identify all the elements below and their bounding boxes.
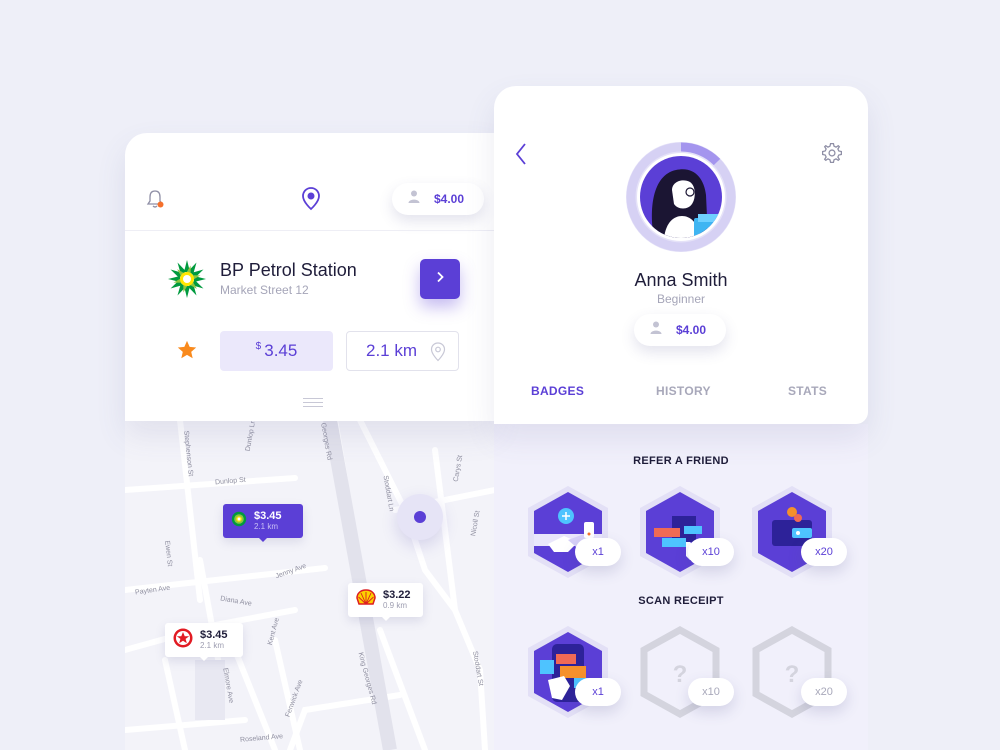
price-currency: $ [255, 340, 262, 352]
badge-count: x20 [801, 678, 847, 706]
user-icon [408, 190, 420, 208]
badge-refer-x10[interactable] [624, 480, 736, 592]
badge-count: x10 [688, 538, 734, 566]
star-icon[interactable] [176, 339, 198, 361]
tab-badges[interactable]: BADGES [531, 384, 584, 398]
badge-scan-x20-locked[interactable]: ? [736, 620, 848, 732]
profile-level: Beginner [656, 292, 706, 306]
location-outline-icon [430, 342, 446, 367]
current-location-icon[interactable] [397, 494, 443, 540]
texaco-logo-icon [173, 628, 193, 653]
section-title: SCAN RECEIPT [638, 595, 724, 607]
profile-card: Anna Smith Beginner $4.00 BADGES HISTORY… [494, 86, 868, 424]
wallet-balance[interactable]: $4.00 [392, 183, 484, 215]
bp-logo-icon [167, 259, 207, 299]
map-view[interactable]: Dunlop Ln Dunlop St Stephenson St George… [125, 420, 495, 750]
map-pin-shell[interactable]: $3.22 0.9 km [348, 583, 423, 621]
station-distance: 2.1 km [346, 331, 459, 371]
station-name: BP Petrol Station [220, 260, 357, 280]
badge-count: x1 [575, 538, 621, 566]
map-pin-icon[interactable] [300, 186, 322, 212]
question-badge-icon: ? [624, 625, 736, 736]
distance-value: 2.1 km [366, 341, 418, 360]
map-roads [125, 420, 495, 750]
user-avatar[interactable] [624, 140, 738, 254]
map-pin-bp[interactable]: $3.45 2.1 km [223, 504, 303, 542]
svg-text:?: ? [785, 661, 800, 688]
pin-distance: 0.9 km [383, 601, 408, 610]
section-title: REFER A FRIEND [633, 455, 729, 467]
pin-distance: 2.1 km [200, 641, 225, 650]
chevron-right-icon [435, 270, 445, 288]
station-card: $4.00 BP Petrol Station Market Street 12 [125, 133, 495, 421]
price-value: 3.45 [264, 341, 298, 360]
scan-badge-icon [512, 626, 624, 736]
wallet-badge-icon [736, 486, 848, 596]
user-icon [650, 321, 662, 339]
badge-refer-x1[interactable] [512, 480, 624, 592]
pin-price: $3.22 [383, 589, 411, 601]
badge-refer-x20[interactable] [736, 480, 848, 592]
question-badge-icon: ? [736, 625, 848, 736]
pin-distance: 2.1 km [254, 522, 279, 531]
wallet-amount: $4.00 [676, 323, 707, 337]
profile-wallet-balance[interactable]: $4.00 [634, 314, 726, 346]
badge-scan-x1[interactable] [512, 620, 624, 732]
handshake-badge-icon [512, 486, 624, 596]
divider [125, 230, 495, 231]
pin-price: $3.45 [254, 510, 282, 522]
badge-count: x1 [575, 678, 621, 706]
cards-badge-icon [624, 486, 736, 596]
tab-history[interactable]: HISTORY [656, 384, 711, 398]
pin-price: $3.45 [200, 629, 228, 641]
map-pin-texaco[interactable]: $3.45 2.1 km [165, 623, 243, 661]
station-address: Market Street 12 [220, 283, 309, 297]
badges-panel: REFER A FRIEND x1 x10 x20 SCAN RECEIPT x… [494, 424, 868, 750]
tab-stats[interactable]: STATS [788, 384, 827, 398]
drag-handle-icon[interactable] [303, 398, 323, 410]
open-station-button[interactable] [420, 259, 460, 299]
shell-logo-icon [356, 588, 376, 612]
badge-count: x10 [688, 678, 734, 706]
gear-icon[interactable] [821, 142, 843, 164]
badge-count: x20 [801, 538, 847, 566]
bell-icon[interactable] [145, 188, 165, 210]
fuel-price: $ 3.45 [220, 331, 333, 371]
chevron-left-icon[interactable] [514, 142, 528, 166]
svg-text:?: ? [673, 661, 688, 688]
wallet-amount: $4.00 [434, 192, 465, 206]
badge-scan-x10-locked[interactable]: ? [624, 620, 736, 732]
bp-logo-icon [231, 511, 247, 532]
profile-name: Anna Smith [634, 270, 728, 290]
